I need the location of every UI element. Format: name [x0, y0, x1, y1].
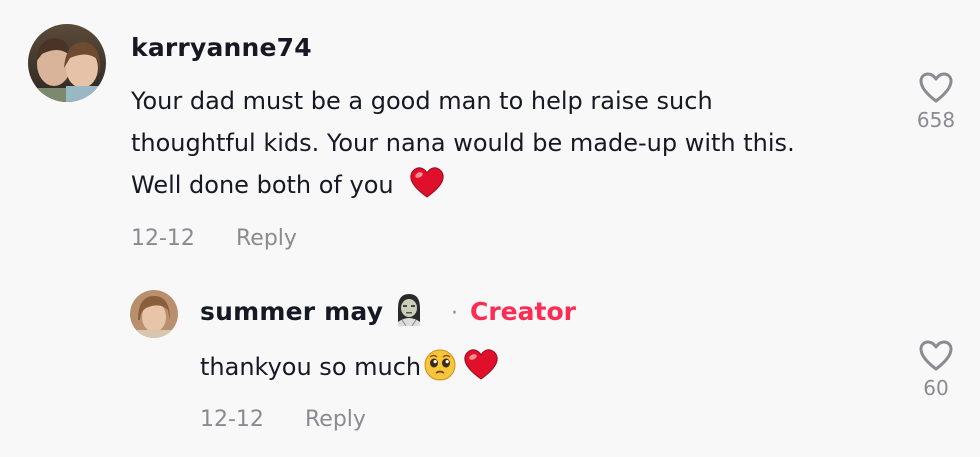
comment-text: Your dad must be a good man to help rais… — [131, 80, 795, 206]
username-text: summer may — [200, 297, 384, 326]
comment-text-content: thankyou so much — [200, 353, 422, 381]
reply-button[interactable]: Reply — [305, 407, 366, 432]
creator-badge: Creator — [470, 297, 576, 326]
comment-line: thoughtful kids. Your nana would be made… — [131, 129, 795, 157]
avatar-photo — [28, 24, 106, 102]
like-count: 60 — [923, 376, 949, 400]
heart-outline-icon — [919, 72, 953, 103]
avatar-photo — [130, 290, 178, 338]
comment-line-text: Well done both of you — [131, 171, 394, 199]
separator-dot: · — [451, 301, 458, 326]
red-heart-icon — [410, 167, 444, 198]
like-count: 658 — [916, 108, 956, 132]
comment-line: Your dad must be a good man to help rais… — [131, 87, 713, 115]
woman-zombie-icon — [398, 294, 421, 326]
reply-button[interactable]: Reply — [236, 226, 297, 251]
comment-date: 12-12 — [131, 226, 195, 251]
comment-username[interactable]: karryanne74 — [131, 33, 312, 62]
comment-date: 12-12 — [200, 407, 264, 432]
comment-text: thankyou so much — [200, 346, 499, 388]
like-button[interactable]: 658 — [906, 72, 966, 132]
avatar[interactable] — [28, 24, 106, 102]
red-heart-icon — [464, 349, 498, 380]
comment-username[interactable]: summer may — [200, 294, 426, 326]
comment-thread: karryanne74 Your dad must be a good man … — [0, 0, 980, 457]
like-button[interactable]: 60 — [906, 340, 966, 400]
pleading-face-icon — [424, 349, 456, 381]
heart-outline-icon — [919, 340, 953, 371]
comment-line: Well done both of you — [131, 164, 795, 206]
avatar[interactable] — [130, 290, 178, 338]
